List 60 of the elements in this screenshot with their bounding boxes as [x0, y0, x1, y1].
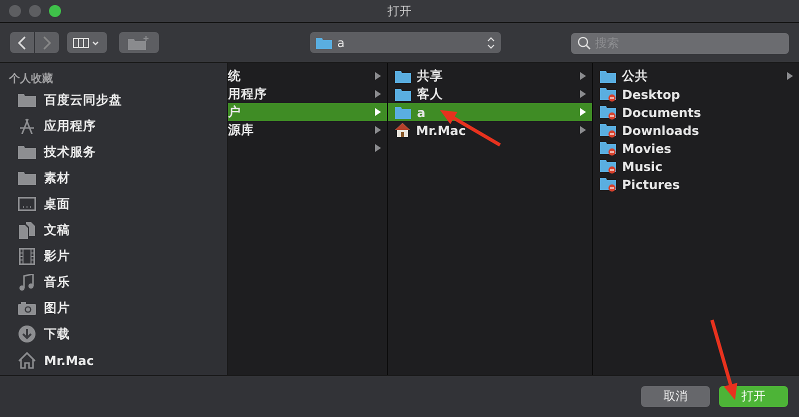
folder-icon [18, 145, 36, 159]
new-folder-icon [128, 36, 150, 50]
file-row[interactable]: Documents [593, 103, 799, 121]
file-row[interactable]: 用程序 [228, 85, 387, 103]
folder-icon [395, 88, 411, 100]
file-row[interactable]: 公共 [593, 67, 799, 85]
restricted-folder-icon [600, 140, 616, 156]
sidebar-item[interactable]: 文稿 [0, 217, 227, 243]
sidebar-item[interactable]: 应用程序 [0, 113, 227, 139]
restricted-folder-icon [600, 176, 616, 192]
file-row[interactable]: Movies [593, 139, 799, 157]
file-row[interactable]: Mr.Mac [388, 121, 592, 139]
folder-icon [600, 70, 616, 82]
sidebar-item[interactable]: 桌面 [0, 191, 227, 217]
download-icon [18, 325, 36, 343]
folder-icon [395, 70, 411, 82]
file-row[interactable]: Music [593, 157, 799, 175]
folder-icon [18, 93, 36, 107]
back-button[interactable] [10, 32, 34, 53]
file-row[interactable]: Desktop [593, 85, 799, 103]
file-row[interactable]: 共享 [388, 67, 592, 85]
file-row[interactable]: Downloads [593, 121, 799, 139]
sidebar-item[interactable]: 素材 [0, 165, 227, 191]
documents-icon [19, 222, 35, 238]
view-button[interactable] [67, 32, 107, 53]
chevron-left-icon [18, 36, 26, 50]
house-icon [395, 123, 410, 137]
folder-icon [395, 106, 411, 118]
sidebar-item[interactable]: Mr.Mac [0, 347, 227, 373]
columns-icon [72, 36, 101, 48]
file-row[interactable]: 源库 [228, 121, 387, 139]
sidebar-item[interactable]: 技术服务 [0, 139, 227, 165]
zoom-button[interactable] [49, 5, 61, 17]
up-down-arrows-icon [487, 36, 496, 50]
restricted-folder-icon [600, 158, 616, 174]
house-icon [18, 352, 36, 368]
sidebar-item[interactable]: 音乐 [0, 269, 227, 295]
folder-icon [18, 171, 36, 185]
folder-icon [316, 36, 332, 48]
new-folder-button[interactable] [118, 32, 159, 53]
cancel-button[interactable]: 取消 [641, 386, 710, 407]
sidebar-item[interactable]: 图片 [0, 295, 227, 321]
desktop-icon [18, 197, 36, 211]
path-popup[interactable]: a [310, 32, 502, 53]
file-row[interactable]: Pictures [593, 175, 799, 193]
chevron-right-icon [43, 36, 51, 50]
sidebar-item[interactable]: 百度云同步盘 [0, 87, 227, 113]
app-store-icon [18, 118, 36, 134]
camera-icon [18, 301, 36, 315]
file-row[interactable]: 统 [228, 67, 387, 85]
film-icon [19, 248, 35, 264]
music-note-icon [19, 274, 35, 290]
sidebar-heading: 个人收藏 [8, 71, 54, 87]
file-row[interactable]: 客人 [388, 85, 592, 103]
window-title: 打开 [388, 2, 412, 20]
restricted-folder-icon [600, 122, 616, 138]
restricted-folder-icon [600, 86, 616, 102]
sidebar-item[interactable]: 下载 [0, 321, 227, 347]
sidebar-item[interactable]: 影片 [0, 243, 227, 269]
restricted-folder-icon [600, 104, 616, 120]
